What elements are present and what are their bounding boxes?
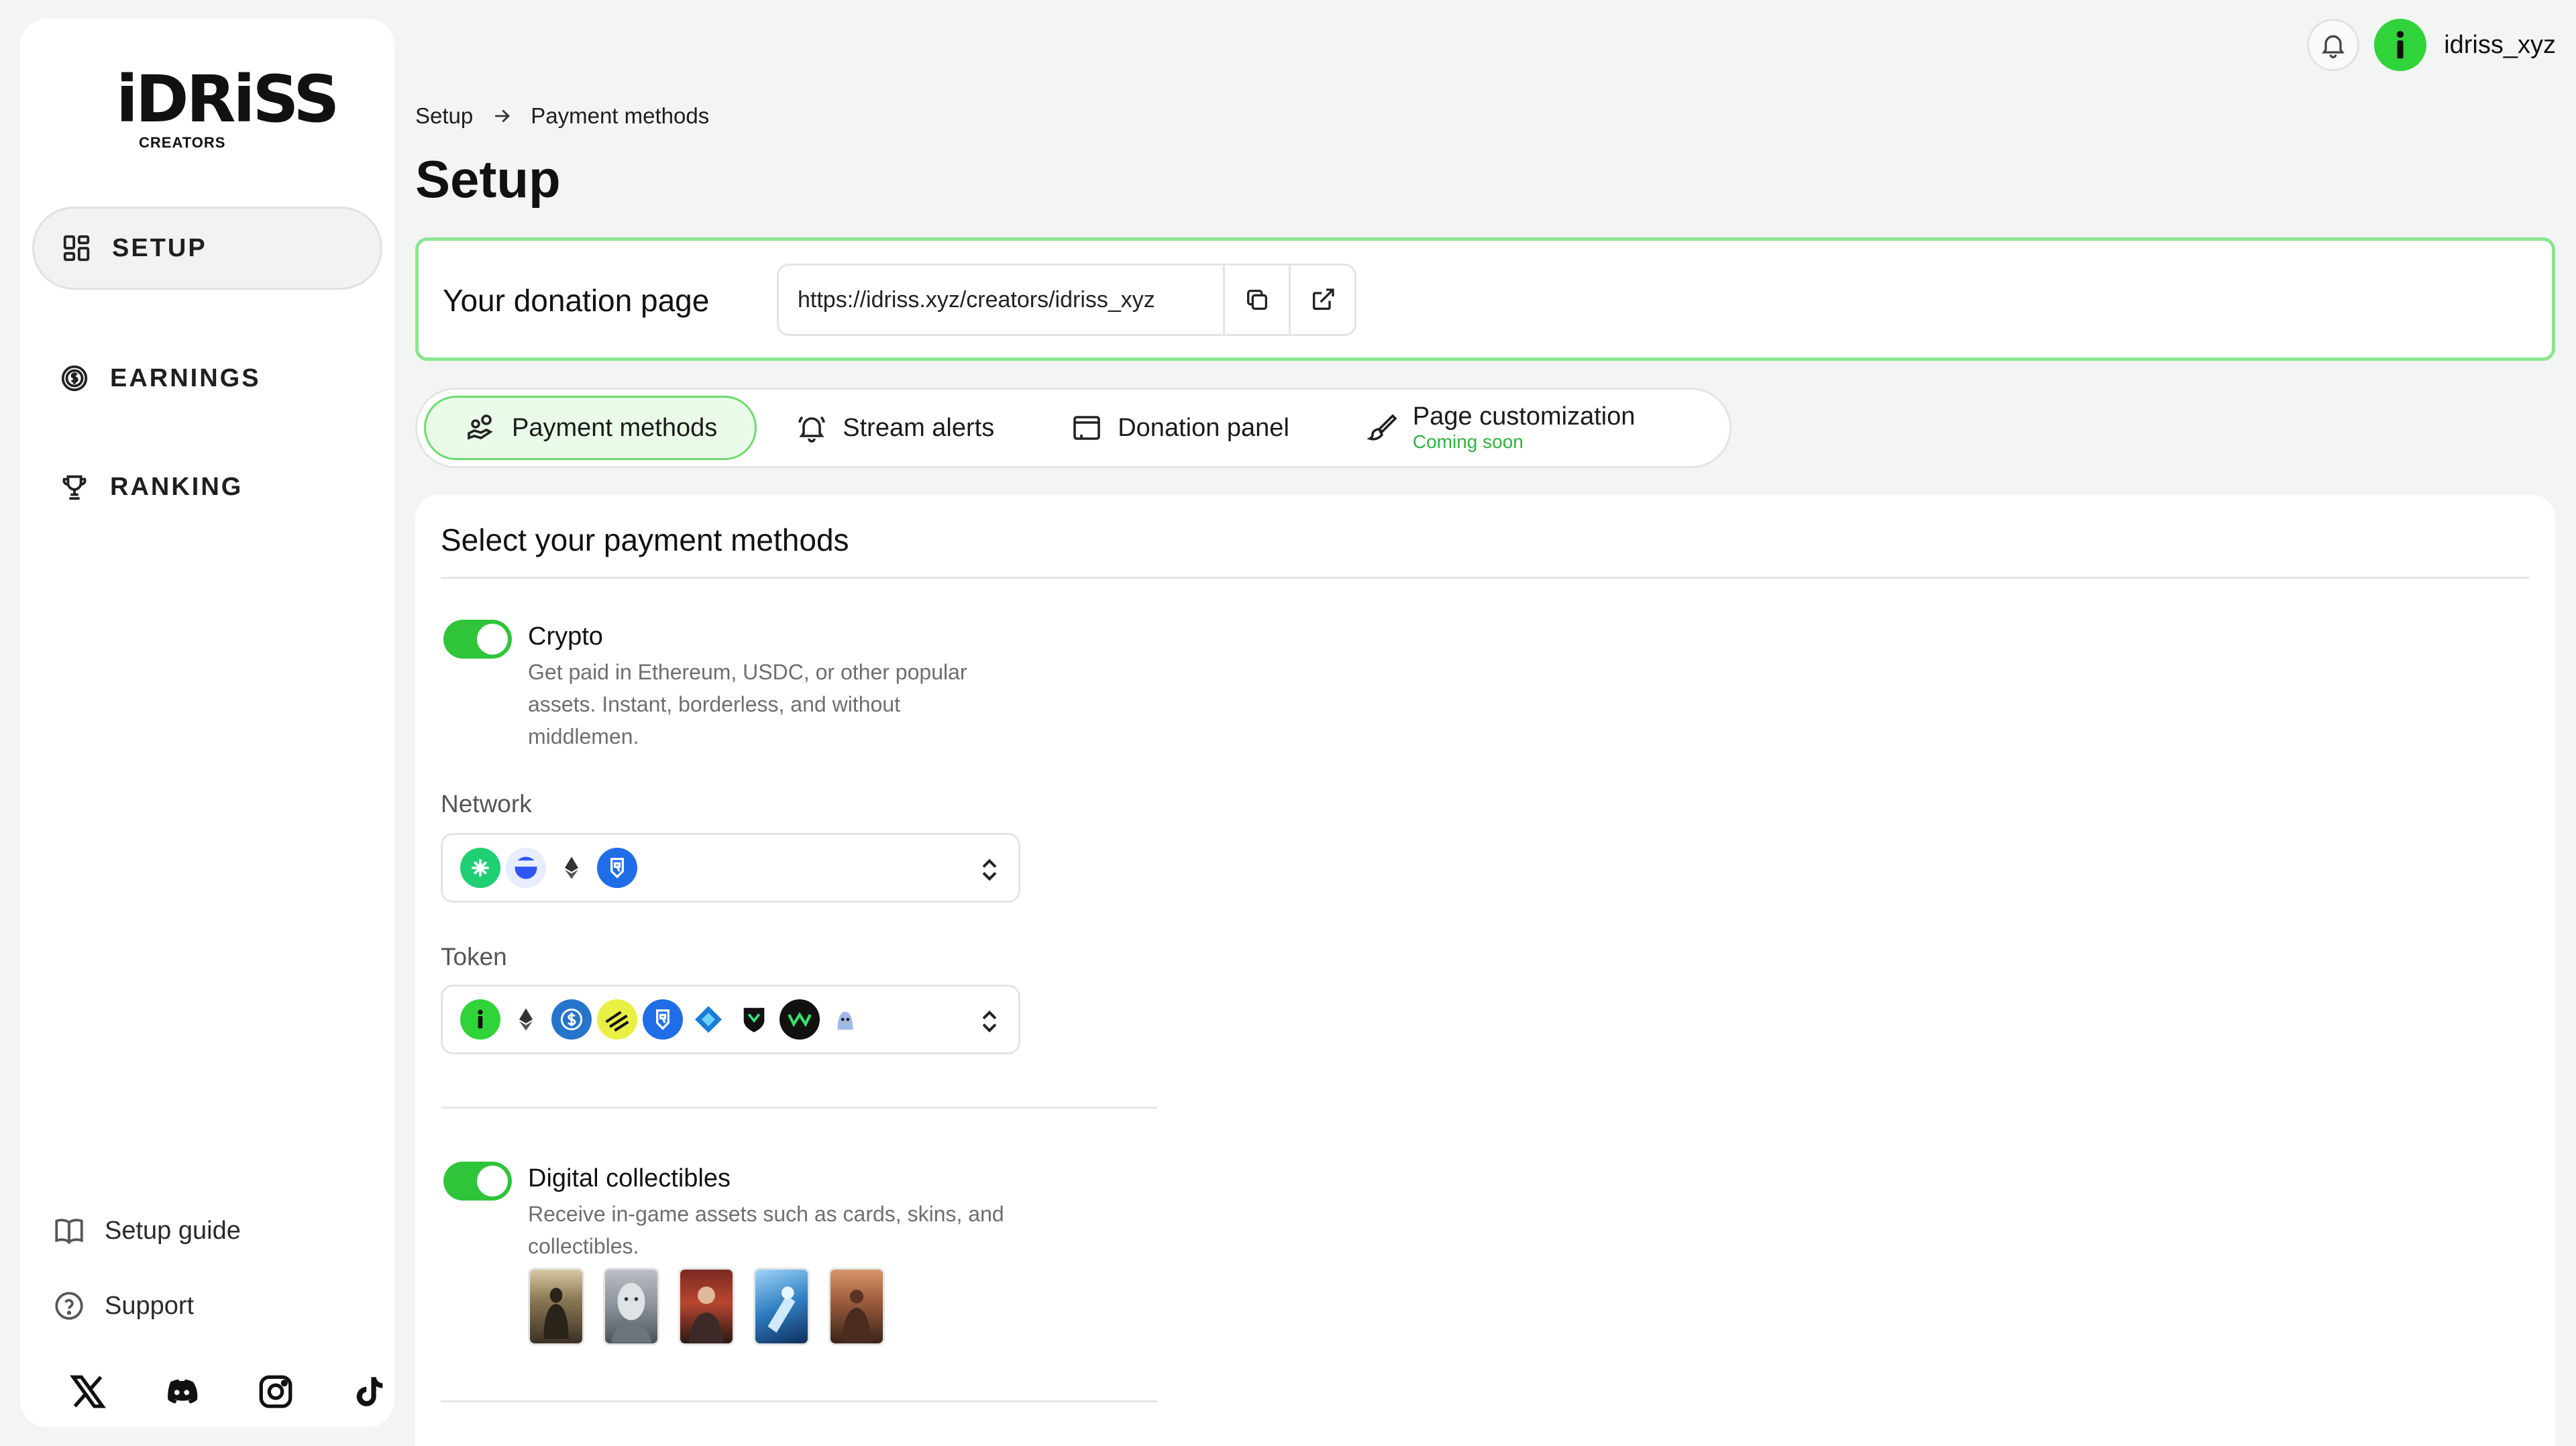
sidebar: iDRiSS CREATORS SETUP EARNINGS RANKING S… [20, 19, 394, 1427]
sidebar-item-label: SETUP [112, 233, 207, 262]
tab-stream-alerts[interactable]: Stream alerts [757, 396, 1032, 460]
abstract-icon [460, 848, 500, 888]
payment-methods-panel: Select your payment methods Crypto Get p… [415, 495, 2555, 1446]
wave-icon [780, 999, 820, 1040]
panel-title: Select your payment methods [441, 522, 849, 557]
collectibles-title: Digital collectibles [528, 1164, 731, 1192]
book-icon [55, 1219, 83, 1245]
avatar[interactable] [2374, 19, 2427, 71]
tab-label: Donation panel [1118, 413, 1289, 442]
tab-label: Page customization [1412, 402, 1635, 431]
x-icon[interactable] [68, 1372, 107, 1411]
card-thumb-3 [678, 1268, 735, 1345]
monitor-icon [1073, 416, 1101, 440]
ronin-icon [643, 999, 683, 1040]
sidebar-item-label: EARNINGS [110, 364, 261, 392]
collectibles-toggle[interactable] [443, 1162, 512, 1201]
collectible-thumbnails [528, 1268, 885, 1345]
username[interactable]: idriss_xyz [2444, 31, 2556, 60]
help-circle-icon [55, 1292, 83, 1320]
chevron-updown-icon [982, 858, 997, 881]
card-thumb-1 [528, 1268, 584, 1345]
tab-donation-panel[interactable]: Donation panel [1032, 396, 1327, 460]
card-thumb-5 [828, 1268, 885, 1345]
ethereum-icon [551, 848, 592, 888]
shield-icon [734, 999, 774, 1040]
arrow-right-icon [495, 109, 511, 123]
donation-page-card: Your donation page https://idriss.xyz/cr… [415, 237, 2555, 361]
setup-guide-label: Setup guide [105, 1216, 241, 1245]
tab-page-customization[interactable]: Page customization Coming soon [1327, 396, 1673, 460]
setup-guide-link[interactable]: Setup guide [52, 1214, 241, 1247]
donation-url[interactable]: https://idriss.xyz/creators/idriss_xyz [779, 287, 1223, 313]
pengu-stripes-icon [597, 999, 637, 1040]
copy-url-button[interactable] [1223, 266, 1289, 334]
external-link-icon [1312, 288, 1334, 310]
sidebar-item-label: RANKING [110, 472, 244, 501]
dollar-coin-icon [61, 365, 88, 392]
base-icon [506, 848, 546, 888]
social-links [68, 1372, 389, 1411]
support-label: Support [105, 1291, 195, 1320]
divider [441, 1400, 1157, 1402]
idriss-avatar-icon [2397, 31, 2404, 59]
crypto-description: Get paid in Ethereum, USDC, or other pop… [528, 660, 967, 748]
tab-label: Payment methods [512, 413, 718, 442]
brand-wordmark: iDRiSS [116, 62, 339, 137]
diamond-icon [688, 999, 729, 1040]
support-link[interactable]: Support [52, 1289, 194, 1323]
pudgy-icon [825, 999, 865, 1040]
notifications-button[interactable] [2307, 19, 2360, 71]
copy-icon [1246, 290, 1267, 310]
breadcrumb-root[interactable]: Setup [415, 103, 473, 129]
donation-page-label: Your donation page [443, 283, 710, 318]
top-bar: idriss_xyz [2307, 19, 2556, 71]
brand-logo[interactable]: iDRiSS CREATORS [116, 62, 339, 152]
token-label: Token [441, 943, 507, 970]
ronin-icon [597, 848, 637, 888]
divider [441, 1107, 1157, 1109]
network-label: Network [441, 790, 532, 818]
eth-icon [506, 999, 546, 1040]
divider [441, 577, 2530, 579]
coming-soon-badge: Coming soon [1412, 431, 1523, 453]
tiktok-icon[interactable] [350, 1372, 389, 1411]
open-url-button[interactable] [1289, 266, 1354, 334]
usdc-icon [551, 999, 592, 1040]
paintbrush-icon [1366, 414, 1397, 441]
chevron-updown-icon [982, 1010, 997, 1033]
token-select[interactable] [441, 985, 1020, 1054]
bell-ring-icon [798, 416, 826, 443]
sidebar-item-ranking[interactable]: RANKING [32, 445, 382, 529]
card-thumb-4 [753, 1268, 810, 1345]
setup-tabs: Payment methods Stream alerts Donation p… [415, 388, 1731, 468]
sidebar-item-earnings[interactable]: EARNINGS [32, 337, 382, 420]
donation-url-field: https://idriss.xyz/creators/idriss_xyz [777, 264, 1356, 336]
page-title: Setup [415, 150, 561, 209]
instagram-icon[interactable] [256, 1372, 295, 1411]
breadcrumb: Setup Payment methods [415, 103, 709, 129]
discord-icon[interactable] [162, 1372, 201, 1411]
grid-icon [63, 235, 90, 262]
network-select[interactable] [441, 833, 1020, 903]
idriss-icon [460, 999, 500, 1040]
tab-label-group: Page customization Coming soon [1412, 402, 1635, 453]
sidebar-item-setup[interactable]: SETUP [32, 207, 382, 290]
card-thumb-2 [603, 1268, 659, 1345]
trophy-icon [62, 475, 87, 500]
bell-icon [2322, 35, 2345, 58]
hand-coins-icon [468, 414, 493, 440]
tab-label: Stream alerts [843, 413, 995, 442]
collectibles-description: Receive in-game assets such as cards, sk… [528, 1202, 1004, 1258]
breadcrumb-current: Payment methods [531, 103, 710, 128]
crypto-title: Crypto [528, 622, 603, 651]
crypto-toggle[interactable] [443, 620, 512, 659]
tab-payment-methods[interactable]: Payment methods [424, 396, 757, 460]
